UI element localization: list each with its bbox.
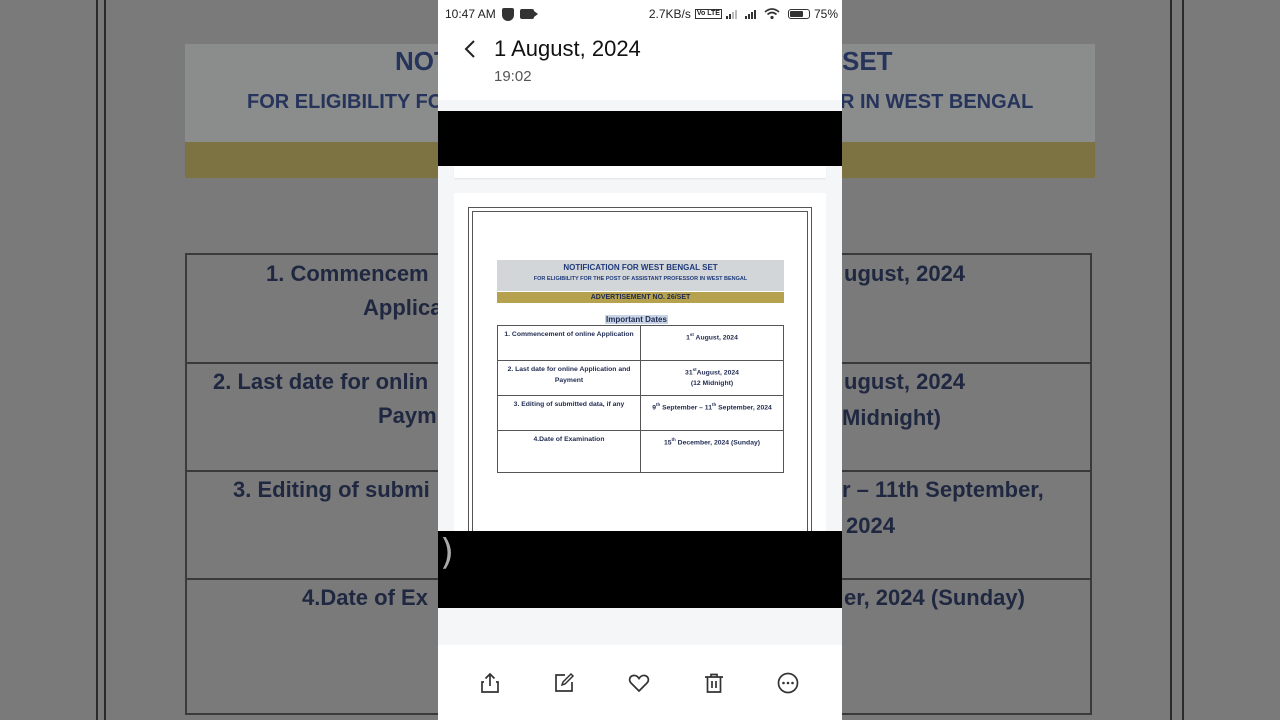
- document-heading-band: NOTIFICATION FOR WEST BENGAL SET FOR ELI…: [497, 260, 784, 291]
- signal-icon: [744, 9, 756, 19]
- background-cell: 4.Date of Ex: [302, 585, 428, 610]
- viewer-header: 1 August, 2024 19:02: [438, 28, 842, 100]
- screen: NOT SET FOR ELIGIBILITY FO R IN WEST BEN…: [0, 0, 1280, 720]
- heart-icon[interactable]: [627, 671, 651, 695]
- trash-icon[interactable]: [702, 671, 726, 695]
- table-row: 2. Last date for online Application and …: [497, 360, 784, 396]
- background-cell: 2. Last date for onlin: [213, 369, 429, 394]
- edit-icon[interactable]: [552, 671, 576, 695]
- row-value: 1st August, 2024: [640, 325, 784, 361]
- background-cell: 2024: [846, 513, 895, 538]
- signal-icon: [725, 9, 737, 19]
- battery-icon: [787, 9, 810, 19]
- background-cell: ugust, 2024: [844, 369, 966, 394]
- clock: 10:47 AM: [445, 7, 496, 21]
- battery-percent: 75%: [813, 7, 838, 21]
- document-image: NOTIFICATION FOR WEST BENGAL SET FOR ELI…: [468, 207, 812, 537]
- previous-card-edge: [454, 166, 826, 178]
- volte-icon: Vo LTE: [694, 9, 722, 19]
- overlay-glyph: ): [440, 532, 455, 573]
- row-label: 1. Commencement of online Application: [497, 325, 641, 361]
- background-cell: ugust, 2024: [844, 261, 966, 286]
- background-subheading-right: R IN WEST BENGAL: [840, 91, 1034, 113]
- background-cell: Midnight): [842, 405, 941, 430]
- row-label: 2. Last date for online Application and …: [497, 360, 641, 396]
- background-cell: er, 2024 (Sunday): [844, 585, 1025, 610]
- photo-date-title: 1 August, 2024: [494, 36, 641, 61]
- status-bar-left: 10:47 AM: [445, 7, 538, 21]
- phone-screen: 10:47 AM 2.7KB/s Vo LTE 75% 1 August, 20…: [438, 0, 842, 720]
- background-subheading-left: FOR ELIGIBILITY FO: [247, 91, 444, 113]
- background-cell: 3. Editing of submi: [233, 477, 430, 502]
- advertisement-number: ADVERTISEMENT NO. 26/SET: [497, 292, 784, 303]
- black-bar-bottom: [438, 531, 842, 608]
- row-value: 31stAugust, 2024 (12 Midnight): [640, 360, 784, 396]
- status-bar: 10:47 AM 2.7KB/s Vo LTE 75%: [438, 0, 842, 28]
- row-value: 15th December, 2024 (Sunday): [640, 430, 784, 473]
- dates-table: 1. Commencement of online Application 1s…: [497, 325, 784, 473]
- video-camera-icon: [519, 9, 538, 19]
- document-subtitle: FOR ELIGIBILITY FOR THE POST OF ASSISTAN…: [533, 276, 748, 282]
- row-value: 9th September – 11th September, 2024: [640, 395, 784, 431]
- background-frame-left: [96, 0, 106, 720]
- important-dates-heading: Important Dates: [605, 315, 668, 324]
- more-icon[interactable]: [776, 671, 800, 695]
- document-title: NOTIFICATION FOR WEST BENGAL SET: [563, 263, 718, 272]
- photo-time: 19:02: [494, 68, 532, 85]
- wifi-icon: [764, 8, 780, 20]
- share-icon[interactable]: [478, 671, 502, 695]
- black-bar-top: [438, 111, 842, 166]
- row-label: 3. Editing of submitted data, if any: [497, 395, 641, 431]
- background-cell: r – 11th September,: [842, 477, 1044, 502]
- background-cell: Paym: [378, 403, 437, 428]
- row-label: 4.Date of Examination: [497, 430, 641, 473]
- background-cell: 1. Commencem: [266, 261, 429, 286]
- table-row: 3. Editing of submitted data, if any 9th…: [497, 395, 784, 431]
- background-frame-right: [1170, 0, 1184, 720]
- table-row: 1. Commencement of online Application 1s…: [497, 325, 784, 361]
- background-cell: Applica: [363, 295, 443, 320]
- back-arrow-icon[interactable]: [460, 38, 482, 60]
- table-row: 4.Date of Examination 15th December, 202…: [497, 430, 784, 473]
- bottom-toolbar: [438, 645, 842, 720]
- status-bar-right: 2.7KB/s Vo LTE 75%: [649, 7, 838, 21]
- shield-icon: [501, 7, 514, 21]
- network-speed: 2.7KB/s: [648, 7, 691, 21]
- background-heading-right: SET: [842, 46, 893, 76]
